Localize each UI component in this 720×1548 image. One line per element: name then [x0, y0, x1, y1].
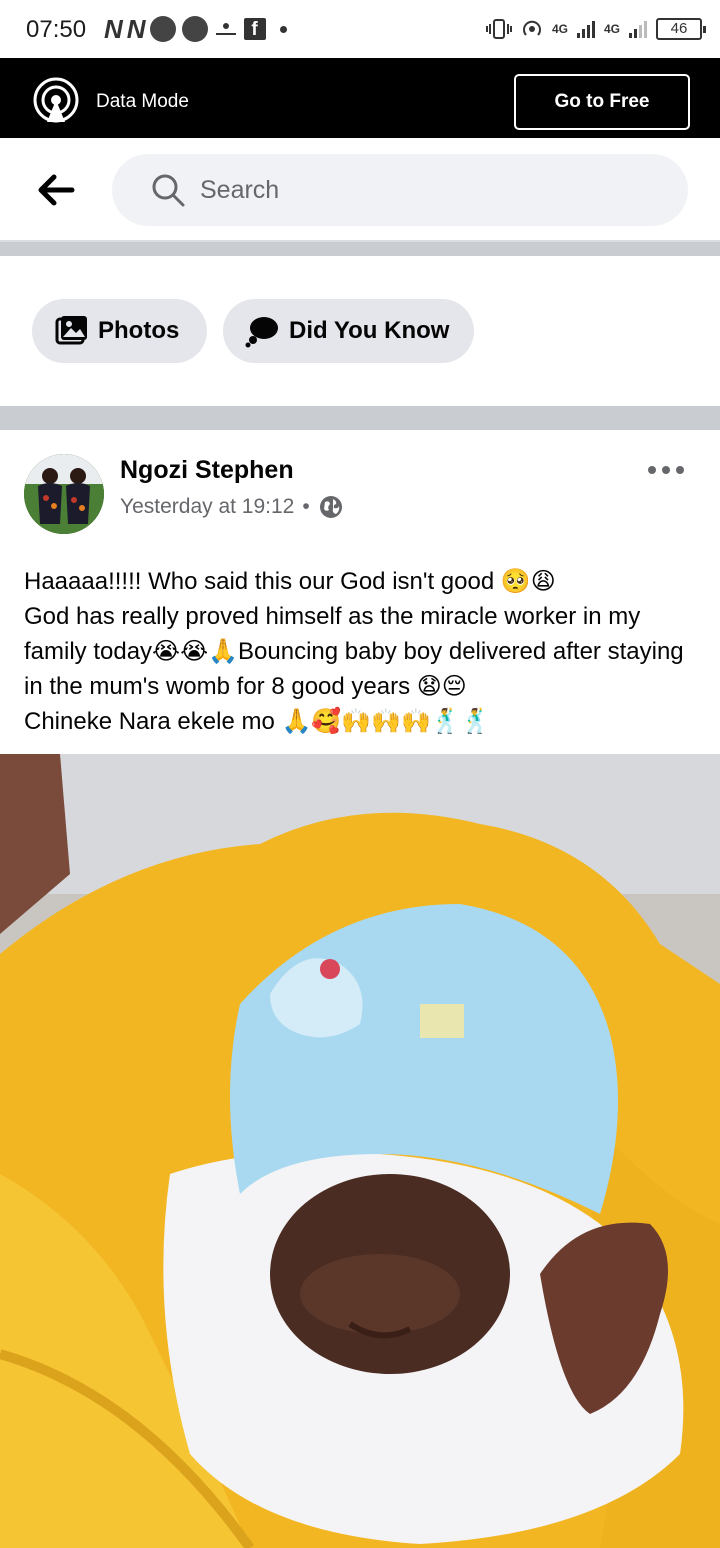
more-options-icon[interactable]	[646, 460, 686, 480]
data-mode-label: Data Mode	[96, 91, 189, 112]
post-text: Haaaaa!!!!! Who said this our God isn't …	[24, 568, 684, 735]
network-n-icon: N	[104, 13, 123, 44]
section-divider	[0, 406, 720, 430]
go-to-free-button[interactable]: Go to Free	[514, 74, 690, 130]
status-time: 07:50	[26, 16, 87, 43]
data-mode-bar: Data Mode Go to Free	[0, 58, 720, 138]
hotspot-icon	[523, 20, 541, 36]
post-photo[interactable]	[0, 754, 720, 1548]
baby-photo	[0, 754, 720, 1548]
network-n-icon: N	[126, 13, 146, 44]
search-bar[interactable]	[112, 154, 688, 226]
globe-icon	[319, 496, 342, 518]
meta-separator: •	[302, 495, 310, 518]
network-type-label: 4G	[603, 22, 620, 36]
notification-circle-icon	[181, 16, 208, 42]
search-header	[0, 138, 720, 242]
post-meta: Yesterday at 19:12 •	[120, 494, 344, 520]
photos-icon	[55, 316, 87, 345]
post-card: Ngozi Stephen Yesterday at 19:12 • Haaaa…	[0, 430, 720, 1548]
section-divider	[0, 242, 720, 256]
filter-chips: Photos Did You Know	[0, 256, 720, 406]
status-bar: 07:50 N N f 4G 4G 46	[0, 0, 720, 58]
avatar[interactable]	[24, 454, 104, 534]
chip-label: Photos	[98, 317, 180, 344]
network-type-label: 4G	[551, 22, 568, 36]
signal-icon	[576, 21, 595, 38]
search-icon	[152, 174, 185, 207]
facebook-icon: f	[243, 18, 266, 40]
system-icons: 4G 4G 46	[485, 14, 706, 44]
post-timestamp[interactable]: Yesterday at 19:12	[120, 495, 294, 519]
battery-indicator: 46	[656, 18, 706, 40]
chip-photos[interactable]: Photos	[32, 299, 207, 363]
chip-label: Did You Know	[289, 317, 450, 344]
thought-bubble-icon	[245, 317, 278, 348]
back-arrow-icon[interactable]	[36, 172, 76, 208]
more-notifications-icon	[279, 25, 287, 33]
notification-icons: N N f	[104, 14, 287, 44]
paycentre-icon	[215, 23, 236, 35]
chip-did-you-know[interactable]: Did You Know	[223, 299, 474, 363]
notification-circle-icon	[149, 16, 176, 42]
broadcast-icon	[33, 77, 79, 123]
avatar-image	[24, 454, 104, 534]
search-input[interactable]	[200, 172, 660, 208]
vibrate-icon	[485, 19, 512, 39]
post-author[interactable]: Ngozi Stephen	[120, 456, 294, 485]
signal-icon	[629, 21, 647, 38]
